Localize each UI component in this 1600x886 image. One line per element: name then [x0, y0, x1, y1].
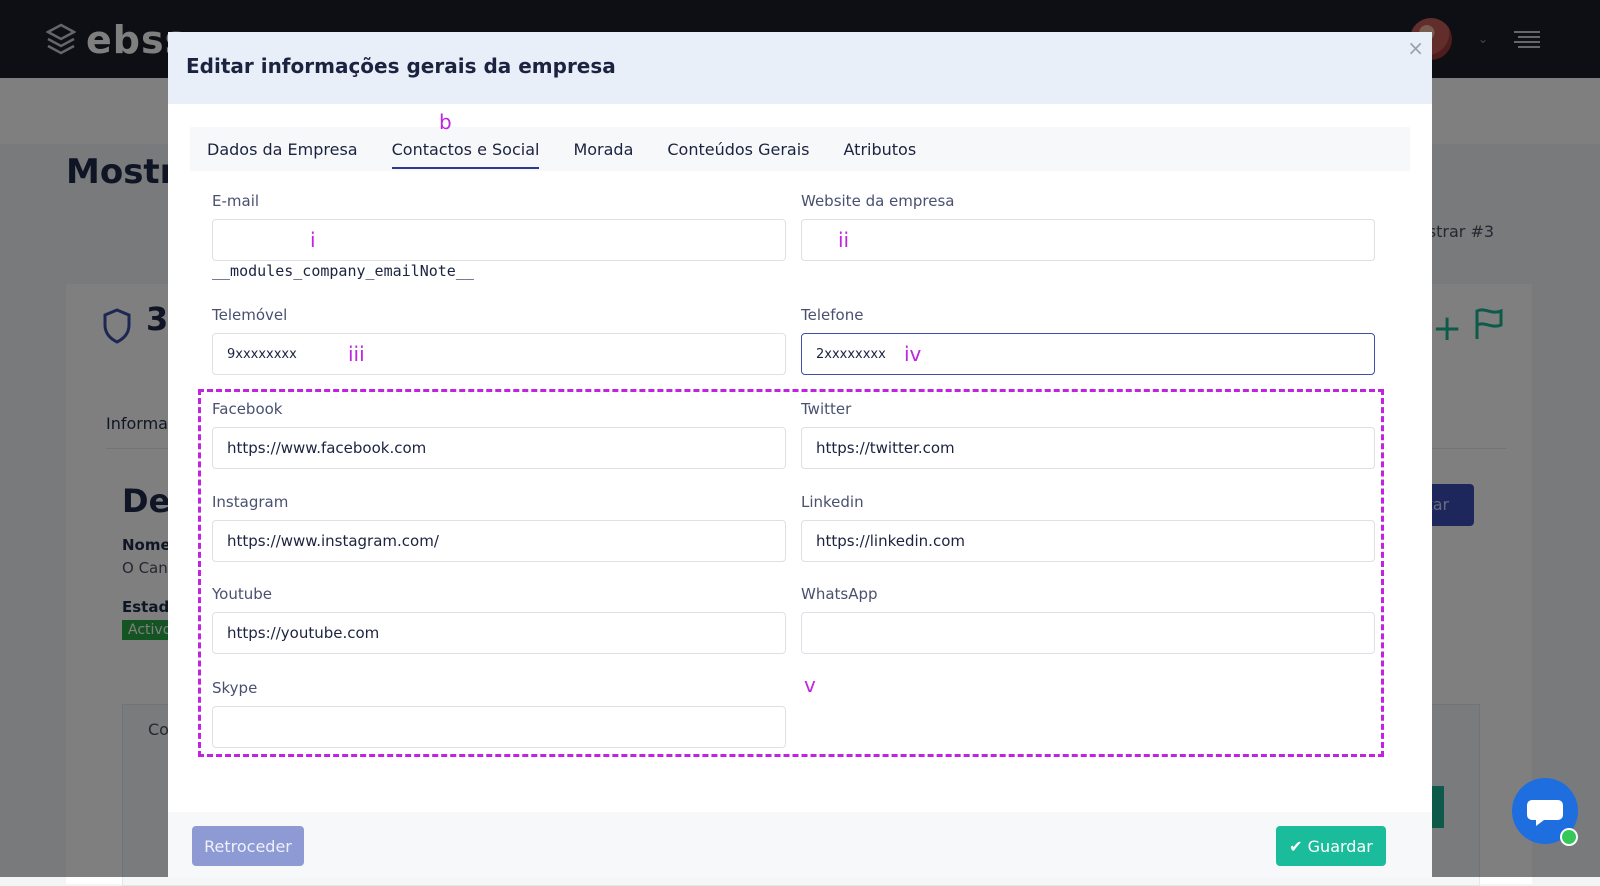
tab-conteudos-gerais[interactable]: Conteúdos Gerais	[650, 127, 826, 171]
email-label: E-mail	[212, 192, 260, 210]
annotation-ii: ii	[838, 228, 850, 252]
close-icon[interactable]: ×	[1407, 36, 1424, 60]
save-label: Guardar	[1307, 837, 1373, 856]
instagram-label: Instagram	[212, 493, 289, 511]
website-field[interactable]	[801, 219, 1375, 261]
tab-dados-empresa[interactable]: Dados da Empresa	[190, 127, 375, 171]
modal-header: Editar informações gerais da empresa ×	[168, 32, 1432, 104]
email-note: __modules_company_emailNote__	[212, 262, 474, 280]
twitter-field[interactable]	[801, 427, 1375, 469]
linkedin-field[interactable]	[801, 520, 1375, 562]
linkedin-label: Linkedin	[801, 493, 864, 511]
mobile-field[interactable]	[212, 333, 786, 375]
modal-tabs: Dados da Empresa Contactos e Social Mora…	[190, 127, 1410, 171]
tab-contactos-social[interactable]: Contactos e Social	[375, 127, 557, 171]
annotation-iii: iii	[348, 342, 365, 366]
facebook-field[interactable]	[212, 427, 786, 469]
save-button[interactable]: ✔ Guardar	[1276, 826, 1386, 866]
whatsapp-label: WhatsApp	[801, 585, 878, 603]
annotation-iv: iv	[904, 342, 922, 366]
check-icon: ✔	[1289, 837, 1303, 856]
email-field[interactable]	[212, 219, 786, 261]
phone-label: Telefone	[801, 306, 864, 324]
edit-company-modal: Editar informações gerais da empresa × D…	[168, 32, 1432, 877]
facebook-label: Facebook	[212, 400, 283, 418]
modal-footer	[168, 812, 1432, 877]
phone-field[interactable]	[801, 333, 1375, 375]
back-button[interactable]: Retroceder	[192, 826, 304, 866]
whatsapp-field[interactable]	[801, 612, 1375, 654]
online-status-dot	[1560, 828, 1578, 846]
skype-label: Skype	[212, 679, 258, 697]
annotation-i: i	[310, 228, 316, 252]
tab-atributos[interactable]: Atributos	[827, 127, 934, 171]
youtube-field[interactable]	[212, 612, 786, 654]
tab-morada[interactable]: Morada	[556, 127, 650, 171]
skype-field[interactable]	[212, 706, 786, 748]
mobile-label: Telemóvel	[212, 306, 288, 324]
annotation-b: b	[439, 110, 452, 134]
instagram-field[interactable]	[212, 520, 786, 562]
youtube-label: Youtube	[212, 585, 272, 603]
twitter-label: Twitter	[801, 400, 852, 418]
website-label: Website da empresa	[801, 192, 955, 210]
modal-title: Editar informações gerais da empresa	[186, 54, 616, 78]
annotation-v: v	[804, 673, 816, 697]
